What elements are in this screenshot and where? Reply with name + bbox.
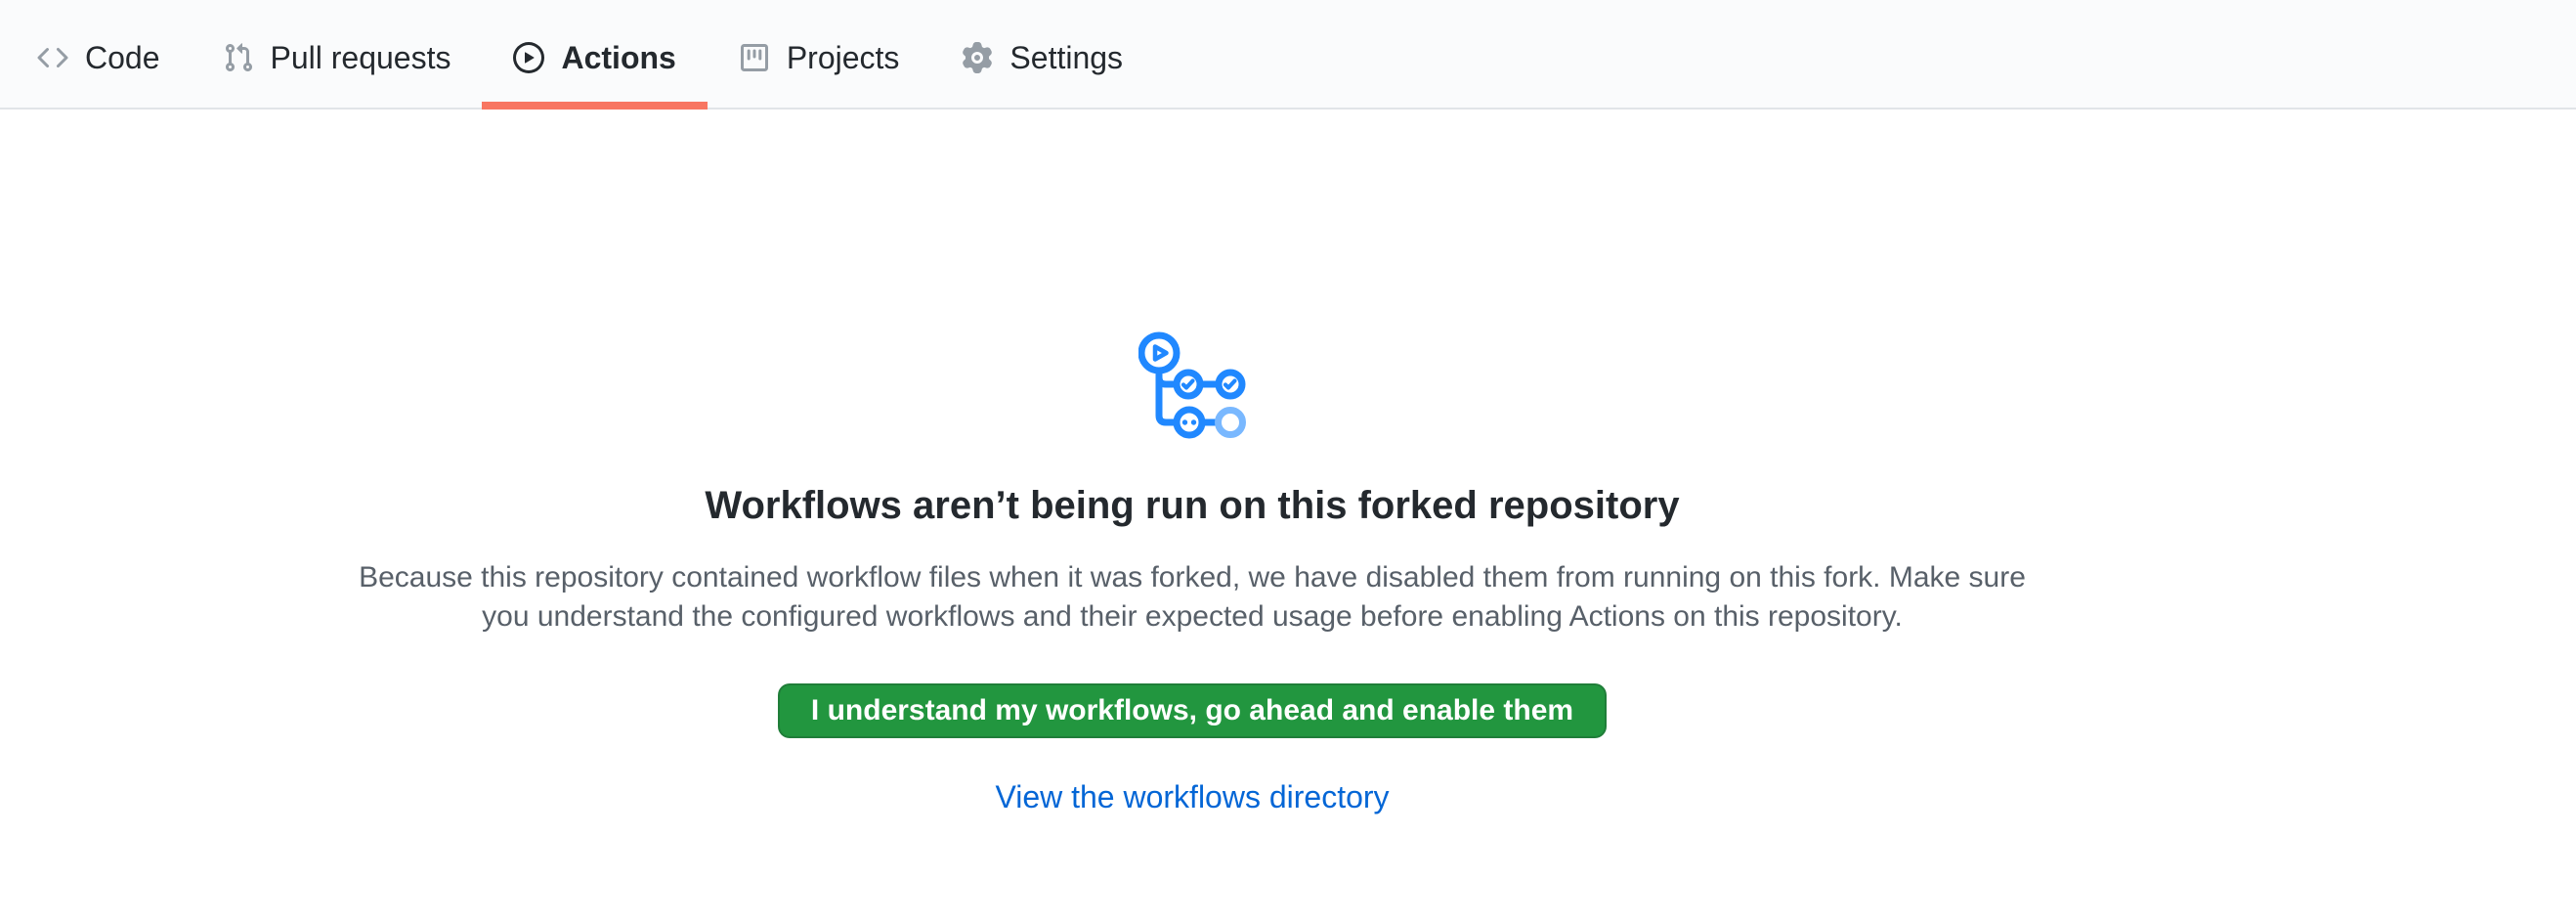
tab-code-label: Code	[85, 42, 160, 73]
code-icon	[37, 42, 68, 73]
tab-actions-label: Actions	[561, 42, 675, 73]
play-circle-icon	[513, 42, 544, 73]
actions-blankslate: Workflows aren’t being run on this forke…	[0, 331, 2384, 816]
tab-settings[interactable]: Settings	[930, 0, 1154, 110]
tab-projects-label: Projects	[787, 42, 900, 73]
tab-projects[interactable]: Projects	[708, 0, 931, 110]
blankslate-heading: Workflows aren’t being run on this forke…	[0, 482, 2384, 529]
view-workflows-directory-link[interactable]: View the workflows directory	[995, 779, 1389, 814]
tab-code[interactable]: Code	[6, 0, 192, 110]
workflow-graph-illustration	[1138, 331, 1247, 439]
tab-pull-requests[interactable]: Pull requests	[192, 0, 483, 110]
git-pull-request-icon	[223, 42, 254, 73]
tab-actions[interactable]: Actions	[482, 0, 707, 110]
repo-tabnav: Code Pull requests Actions Projects Sett…	[0, 0, 2576, 110]
blankslate-description: Because this repository contained workfl…	[352, 558, 2033, 637]
gear-icon	[962, 42, 993, 73]
enable-workflows-button[interactable]: I understand my workflows, go ahead and …	[778, 683, 1607, 738]
project-board-icon	[739, 42, 770, 73]
tab-pull-requests-label: Pull requests	[271, 42, 451, 73]
tab-settings-label: Settings	[1009, 42, 1123, 73]
